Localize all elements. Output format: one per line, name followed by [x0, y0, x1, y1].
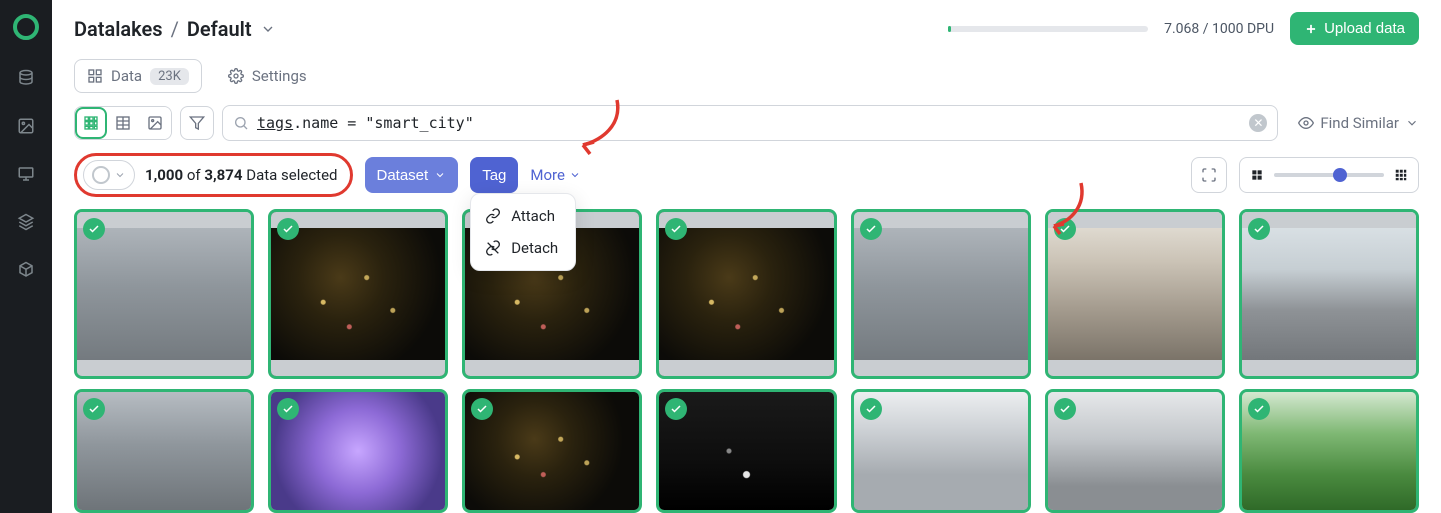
more-label: More: [530, 166, 565, 184]
tag-attach-item[interactable]: Attach: [471, 200, 575, 232]
breadcrumb[interactable]: Datalakes / Default: [74, 17, 276, 41]
image-card[interactable]: [268, 389, 448, 513]
image-card[interactable]: [268, 209, 448, 379]
unlink-icon: [485, 240, 501, 256]
image-card[interactable]: [1045, 209, 1225, 379]
breadcrumb-current[interactable]: Default: [187, 17, 252, 41]
chevron-down-icon: [1405, 116, 1419, 130]
image-grid-row: [52, 389, 1441, 513]
upload-data-button[interactable]: Upload data: [1290, 12, 1419, 45]
tab-settings[interactable]: Settings: [216, 60, 319, 92]
eye-icon: [1298, 115, 1314, 131]
check-icon: [471, 398, 493, 420]
image-icon[interactable]: [16, 116, 36, 136]
tag-dropdown: Attach Detach: [470, 193, 576, 271]
image-card[interactable]: [656, 209, 836, 379]
layers-icon[interactable]: [16, 212, 36, 232]
view-mode-group: [74, 106, 172, 140]
grid-large-icon: [1394, 168, 1408, 182]
image-card[interactable]: [656, 389, 836, 513]
image-card[interactable]: [851, 389, 1031, 513]
grid-icon: [87, 68, 103, 84]
attach-label: Attach: [511, 207, 555, 225]
check-icon: [83, 218, 105, 240]
selection-toggle[interactable]: [83, 160, 135, 190]
search-query: tags.name = "smart_city": [257, 114, 1241, 132]
chevron-down-icon: [114, 169, 126, 181]
tab-settings-label: Settings: [252, 67, 307, 85]
dpu-progress: [948, 26, 1148, 32]
cube-icon[interactable]: [16, 260, 36, 280]
database-icon[interactable]: [16, 68, 36, 88]
fullscreen-button[interactable]: [1191, 157, 1227, 193]
dataset-label: Dataset: [377, 167, 429, 184]
breadcrumb-root[interactable]: Datalakes: [74, 17, 163, 41]
check-icon: [1248, 398, 1270, 420]
detach-label: Detach: [511, 239, 558, 257]
view-grid-button[interactable]: [75, 107, 107, 139]
clear-search-button[interactable]: ✕: [1249, 114, 1267, 132]
check-icon: [1248, 218, 1270, 240]
find-similar-button[interactable]: Find Similar: [1286, 114, 1419, 132]
zoom-thumb[interactable]: [1333, 168, 1347, 182]
selection-circle-icon: [92, 166, 110, 184]
tab-data-badge: 23K: [150, 68, 189, 85]
zoom-slider[interactable]: [1239, 157, 1419, 193]
image-card[interactable]: [1239, 209, 1419, 379]
link-icon: [485, 208, 501, 224]
more-button[interactable]: More: [530, 166, 581, 184]
chevron-down-icon: [434, 169, 446, 181]
check-icon: [860, 218, 882, 240]
image-card[interactable]: [74, 209, 254, 379]
breadcrumb-separator: /: [171, 17, 179, 41]
grid-small-icon: [1250, 168, 1264, 182]
upload-label: Upload data: [1324, 20, 1405, 37]
image-card[interactable]: [462, 389, 642, 513]
image-card[interactable]: [1239, 389, 1419, 513]
selection-text: 1,000 of 3,874 Data selected: [145, 166, 338, 184]
view-table-button[interactable]: [107, 107, 139, 139]
search-input[interactable]: tags.name = "smart_city" ✕: [222, 105, 1278, 141]
chevron-down-icon[interactable]: [260, 21, 276, 37]
find-similar-label: Find Similar: [1320, 114, 1399, 132]
check-icon: [860, 398, 882, 420]
chevron-down-icon: [569, 169, 581, 181]
tag-label: Tag: [482, 167, 506, 184]
tab-data[interactable]: Data 23K: [74, 59, 202, 93]
check-icon: [83, 398, 105, 420]
tag-button[interactable]: Tag: [470, 157, 518, 193]
dpu-text: 7.068 / 1000 DPU: [1164, 21, 1274, 37]
tag-detach-item[interactable]: Detach: [471, 232, 575, 264]
check-icon: [1054, 398, 1076, 420]
presentation-icon[interactable]: [16, 164, 36, 184]
plus-icon: [1304, 22, 1318, 36]
image-card[interactable]: [74, 389, 254, 513]
tab-data-label: Data: [111, 67, 142, 85]
search-icon: [233, 115, 249, 131]
left-sidebar: [0, 0, 52, 513]
image-card[interactable]: [1045, 389, 1225, 513]
zoom-track[interactable]: [1274, 173, 1384, 177]
gear-icon: [228, 68, 244, 84]
image-grid-row: [52, 209, 1441, 379]
dataset-button[interactable]: Dataset: [365, 157, 459, 193]
view-single-button[interactable]: [139, 107, 171, 139]
check-icon: [277, 218, 299, 240]
app-logo[interactable]: [13, 14, 39, 40]
check-icon: [1054, 218, 1076, 240]
image-card[interactable]: [851, 209, 1031, 379]
check-icon: [277, 398, 299, 420]
selection-pill: 1,000 of 3,874 Data selected: [74, 153, 353, 197]
filter-button[interactable]: [180, 106, 214, 140]
